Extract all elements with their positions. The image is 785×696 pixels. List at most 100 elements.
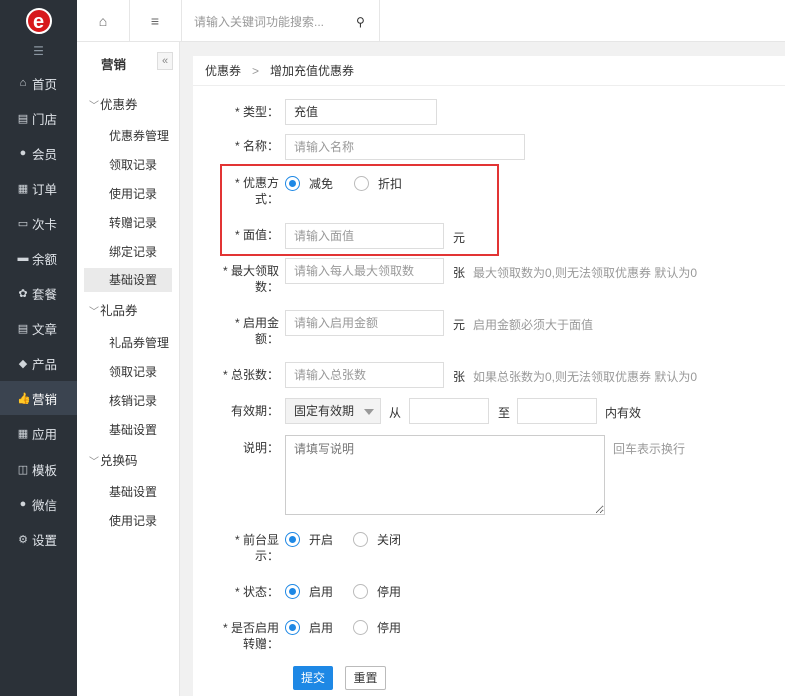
search-input[interactable]: 请输入关键词功能搜索... (194, 0, 375, 42)
sidebar-item-label: 会员 (32, 147, 58, 162)
subnav-group-label: 礼品券 (100, 304, 138, 318)
subnav-item[interactable]: 使用记录 (109, 512, 157, 529)
sub-navigation: 营销 « ﹀优惠券 优惠券管理 领取记录 使用记录 转赠记录 绑定记录 基础设置 ﹀礼品券 礼品… (77, 42, 180, 696)
maxget-label: * 最大领取 数： (222, 264, 279, 294)
status-option-disable[interactable]: 停用 (353, 583, 401, 600)
subnav-item[interactable]: 领取记录 (109, 156, 157, 173)
home-icon[interactable]: ⌂ (77, 0, 129, 42)
sidebar-fold-icon[interactable]: ☰ (0, 42, 77, 64)
name-input[interactable]: 请输入名称 (285, 134, 525, 160)
sidebar-item-label: 模板 (32, 463, 58, 478)
valid-from-text: 从 (389, 406, 402, 420)
valid-label: 有效期： (230, 404, 279, 418)
front-option-off[interactable]: 关闭 (353, 531, 401, 548)
valid-end-input[interactable] (517, 398, 597, 424)
menu-icon[interactable]: ≡ (129, 0, 181, 42)
main-sidebar: e ☰ ⌂ 首页 ▤ 门店 ● 会员 ▦ 订单 ▭ 次卡 ▬ 余额 ✿ 套餐 ▤ 文章 ◆ 产品 👍 营销 ▦ 应用 ◫ 模板… (0, 0, 77, 696)
collapse-icon[interactable]: « (157, 52, 173, 70)
settings-icon: ⚙ (18, 533, 28, 546)
sidebar-item-3[interactable]: ▦ 订单 (0, 171, 77, 205)
sidebar-item-4[interactable]: ▭ 次卡 (0, 206, 77, 240)
sidebar-item-label: 文章 (32, 322, 58, 337)
sidebar-item-7[interactable]: ▤ 文章 (0, 311, 77, 345)
front-label: * 前台显 示： (234, 533, 279, 563)
subnav-item[interactable]: 绑定记录 (109, 243, 157, 260)
sidebar-item-label: 营销 (32, 392, 58, 407)
radio-checked-icon (285, 532, 300, 547)
subnav-group-1[interactable]: ﹀礼品券 (89, 300, 138, 319)
tag-icon: ◆ (18, 357, 28, 370)
sidebar-item-label: 产品 (32, 357, 58, 372)
wechat-icon: ● (19, 498, 27, 510)
breadcrumb: 优惠券 > 增加充值优惠券 (193, 56, 785, 86)
sidebar-item-1[interactable]: ▤ 门店 (0, 101, 77, 135)
radio-checked-icon (285, 176, 300, 191)
face-value-input[interactable]: 请输入面值 (285, 223, 444, 249)
grid-icon: ▦ (17, 427, 29, 440)
transfer-option-disable[interactable]: 停用 (353, 619, 401, 636)
sidebar-item-label: 微信 (32, 498, 58, 513)
search-icon[interactable]: ⚲ (356, 15, 365, 29)
sidebar-item-13[interactable]: ⚙ 设置 (0, 522, 77, 556)
valid-start-input[interactable] (409, 398, 489, 424)
sidebar-item-8[interactable]: ◆ 产品 (0, 346, 77, 380)
chevron-down-icon: ﹀ (89, 307, 99, 318)
card-icon: ▭ (17, 217, 29, 230)
chevron-down-icon (364, 409, 374, 415)
valid-to-text: 至 (498, 406, 511, 420)
desc-hint: 回车表示换行 (613, 442, 686, 456)
breadcrumb-separator: > (252, 63, 260, 78)
chevron-down-icon: ﹀ (89, 101, 99, 112)
sidebar-item-0[interactable]: ⌂ 首页 (0, 66, 77, 100)
subnav-item[interactable]: 优惠券管理 (109, 127, 169, 144)
breadcrumb-current: 增加充值优惠券 (270, 64, 355, 78)
sidebar-item-5[interactable]: ▬ 余额 (0, 241, 77, 275)
sidebar-item-11[interactable]: ◫ 模板 (0, 452, 77, 486)
method-option-discount[interactable]: 折扣 (354, 175, 402, 192)
front-option-on[interactable]: 开启 (285, 531, 333, 548)
face-label: * 面值： (234, 228, 279, 242)
total-hint: 如果总张数为0,则无法领取优惠券 默认为0 (473, 370, 698, 384)
sidebar-item-9[interactable]: 👍 营销 (0, 381, 77, 415)
face-unit: 元 (453, 231, 466, 245)
subnav-group-label: 兑换码 (100, 454, 138, 468)
sidebar-item-label: 应用 (32, 427, 58, 442)
subnav-item[interactable]: 核销记录 (109, 392, 157, 409)
method-option-reduce[interactable]: 减免 (285, 175, 333, 192)
total-label: * 总张数： (222, 368, 279, 382)
breadcrumb-parent[interactable]: 优惠券 (205, 62, 241, 79)
enable-amount-input[interactable]: 请输入启用金额 (285, 310, 444, 336)
chevron-down-icon: ﹀ (89, 457, 99, 468)
description-textarea[interactable] (285, 435, 605, 515)
subnav-item[interactable]: 基础设置 (84, 268, 172, 292)
transfer-option-enable[interactable]: 启用 (285, 619, 333, 636)
subnav-item[interactable]: 基础设置 (109, 421, 157, 438)
total-input[interactable]: 请输入总张数 (285, 362, 444, 388)
valid-type-select[interactable]: 固定有效期 (285, 398, 381, 424)
subnav-item[interactable]: 礼品券管理 (109, 334, 169, 351)
subnav-group-label: 优惠券 (100, 98, 138, 112)
article-icon: ▤ (17, 322, 29, 335)
subnav-item[interactable]: 领取记录 (109, 363, 157, 380)
radio-unchecked-icon (354, 176, 369, 191)
sidebar-item-6[interactable]: ✿ 套餐 (0, 276, 77, 310)
thumb-up-icon: 👍 (17, 392, 31, 405)
type-field[interactable]: 充值 (285, 99, 437, 125)
sidebar-item-2[interactable]: ● 会员 (0, 136, 77, 170)
subnav-group-0[interactable]: ﹀优惠券 (89, 94, 138, 113)
reset-button[interactable]: 重置 (345, 666, 386, 690)
max-get-input[interactable]: 请输入每人最大领取数 (285, 258, 444, 284)
subnav-item[interactable]: 使用记录 (109, 185, 157, 202)
sidebar-item-12[interactable]: ● 微信 (0, 487, 77, 521)
subnav-item[interactable]: 基础设置 (109, 483, 157, 500)
maxget-hint: 最大领取数为0,则无法领取优惠券 默认为0 (473, 266, 698, 280)
status-option-enable[interactable]: 启用 (285, 583, 333, 600)
radio-unchecked-icon (353, 532, 368, 547)
app-logo[interactable]: e (0, 0, 77, 42)
submit-button[interactable]: 提交 (293, 666, 333, 690)
total-unit: 张 (453, 370, 466, 384)
enable-unit: 元 (453, 318, 466, 332)
subnav-group-2[interactable]: ﹀兑换码 (89, 450, 138, 469)
subnav-item[interactable]: 转赠记录 (109, 214, 157, 231)
sidebar-item-10[interactable]: ▦ 应用 (0, 416, 77, 450)
